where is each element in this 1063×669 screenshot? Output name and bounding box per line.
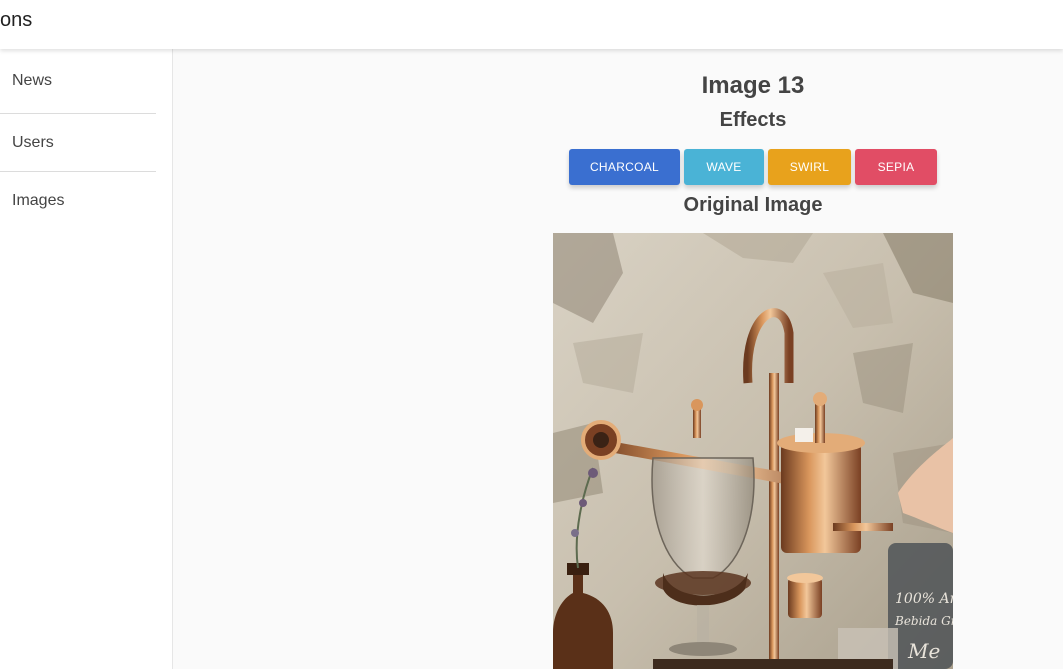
svg-text:Bebida Gr: Bebida Gr xyxy=(894,614,953,628)
sidebar: News Users Images xyxy=(0,49,173,669)
wave-button[interactable]: WAVE xyxy=(684,149,764,185)
effects-heading: Effects xyxy=(719,109,787,131)
page-title: Image 13 xyxy=(701,72,805,99)
sidebar-item-users[interactable]: Users xyxy=(0,114,156,172)
sidebar-item-label: Images xyxy=(12,192,65,209)
swirl-button[interactable]: SWIRL xyxy=(768,149,851,185)
charcoal-button[interactable]: CHARCOAL xyxy=(569,149,680,185)
effects-button-group: CHARCOAL WAVE SWIRL SEPIA xyxy=(569,149,937,185)
sidebar-item-images[interactable]: Images xyxy=(0,172,156,230)
sidebar-item-label: Users xyxy=(12,133,54,151)
app-title: ons xyxy=(0,9,33,31)
sidebar-item-label: News xyxy=(12,72,53,89)
sepia-button[interactable]: SEPIA xyxy=(855,149,937,185)
original-image: 100% Ar Bebida Gr Me xyxy=(553,233,953,669)
sidebar-item-news[interactable]: News xyxy=(0,49,156,114)
svg-text:100% Ar: 100% Ar xyxy=(895,591,953,607)
coffee-siphon-photo-icon: 100% Ar Bebida Gr Me xyxy=(553,233,953,669)
original-image-heading: Original Image xyxy=(683,194,823,216)
svg-text:Me: Me xyxy=(907,639,940,663)
main-content: Image 13 Effects CHARCOAL WAVE SWIRL SEP… xyxy=(174,49,1063,669)
top-app-bar: ons xyxy=(0,0,1063,49)
